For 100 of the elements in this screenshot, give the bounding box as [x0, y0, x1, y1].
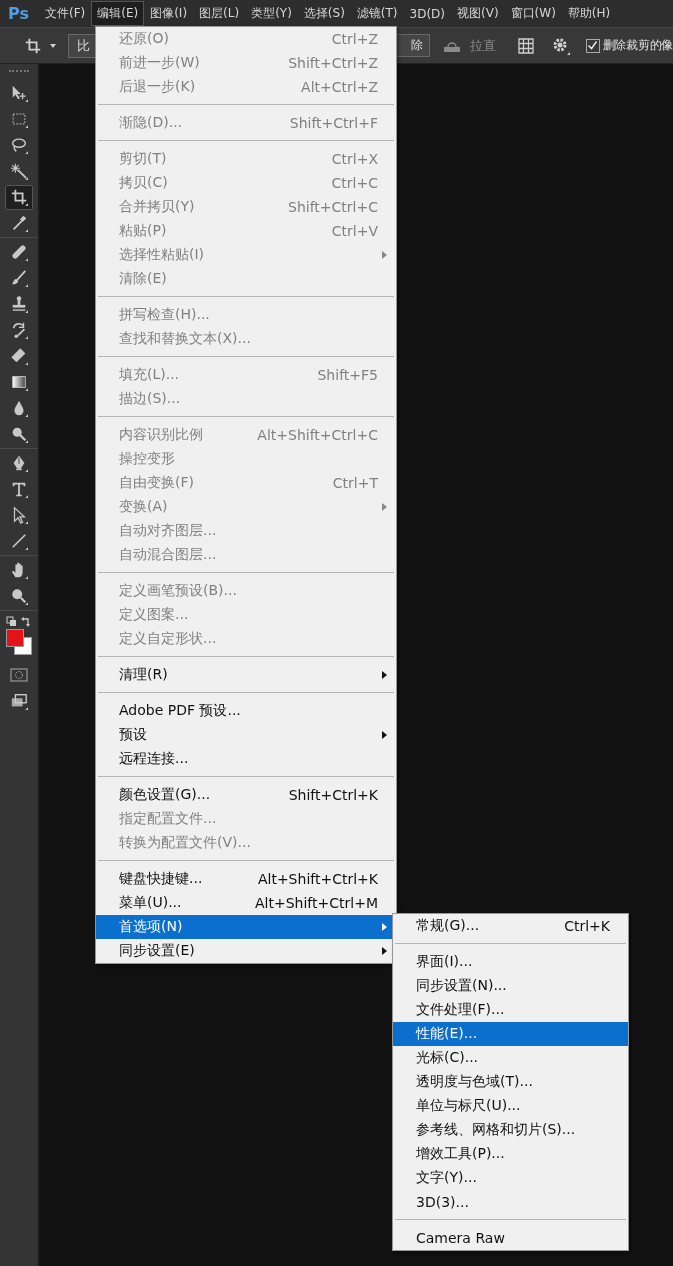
magic-wand-icon	[10, 162, 28, 180]
menu-item-label: 查找和替换文本(X)...	[119, 330, 251, 348]
checkbox-label: 删除裁剪的像	[602, 38, 673, 53]
menu-item[interactable]: 颜色设置(G)... Shift+Ctrl+K	[96, 783, 396, 807]
menu-item-label: Camera Raw	[416, 1230, 505, 1246]
menu-item-label: 同步设置(N)...	[416, 977, 507, 995]
shortcut-label: Shift+Ctrl+F	[289, 115, 378, 131]
menu-item-label: 操控变形	[119, 450, 175, 468]
menu-item-label: 自动对齐图层...	[119, 522, 217, 540]
menu-item-label: 文件处理(F)...	[416, 1001, 505, 1019]
shortcut-label: Ctrl+V	[331, 223, 378, 239]
hand-icon	[10, 561, 28, 579]
menu-item-label: 定义自定形状...	[119, 630, 217, 648]
menu-item-label: 描边(S)...	[119, 390, 181, 408]
menu-item[interactable]: 菜单(U)... Alt+Shift+Ctrl+M	[96, 891, 396, 915]
menu-item-label: 光标(C)...	[416, 1049, 479, 1067]
menu-item[interactable]: 常规(G)... Ctrl+K	[393, 914, 628, 938]
menu-item[interactable]: 视图(V)	[451, 1, 505, 26]
menu-item-label: 拷贝(C)	[119, 174, 168, 192]
menu-item[interactable]: 滤镜(T)	[350, 1, 404, 26]
caret-icon[interactable]	[50, 43, 56, 48]
menu-item[interactable]: 性能(E)...	[393, 1022, 628, 1046]
straighten-label[interactable]: 拉直	[469, 36, 496, 55]
default-colors-icon[interactable]	[6, 616, 16, 626]
menu-item-label: 合并拷贝(Y)	[119, 198, 195, 216]
menu-item[interactable]: 同步设置(E)	[96, 939, 396, 963]
shortcut-label: Alt+Ctrl+Z	[301, 79, 378, 95]
crop-icon	[10, 188, 28, 206]
shortcut-label: Alt+Shift+Ctrl+K	[257, 871, 378, 887]
menu-item-label: 前进一步(W)	[119, 54, 200, 72]
menu-item[interactable]: Adobe PDF 预设...	[96, 699, 396, 723]
menu-item[interactable]: 单位与标尺(U)...	[393, 1094, 628, 1118]
menu-item-label: 键盘快捷键...	[119, 870, 203, 888]
menu-item-label: 增效工具(P)...	[416, 1145, 505, 1163]
menu-item-label: 定义画笔预设(B)...	[119, 582, 237, 600]
menu-item[interactable]: 透明度与色域(T)...	[393, 1070, 628, 1094]
menu-item[interactable]: 文件(F)	[38, 1, 92, 26]
menu-item[interactable]: 增效工具(P)...	[393, 1142, 628, 1166]
menu-item-label: 渐隐(D)...	[119, 114, 183, 132]
color-swatches-icon[interactable]	[5, 628, 33, 656]
menu-item-label: 参考线、网格和切片(S)...	[416, 1121, 576, 1139]
menu-item[interactable]: 3D(D)	[403, 2, 452, 25]
menu-item-label: 界面(I)...	[416, 953, 473, 971]
dodge-icon	[10, 425, 28, 443]
menu-item-label: 变换(A)	[119, 498, 168, 516]
tool-button[interactable]	[5, 184, 33, 210]
menu-item[interactable]: 光标(C)...	[393, 1046, 628, 1070]
shortcut-label: Ctrl+X	[331, 151, 378, 167]
shortcut-label: Shift+Ctrl+K	[288, 787, 378, 803]
brush-icon	[10, 269, 28, 287]
menu-item[interactable]: 帮助(H)	[561, 1, 617, 26]
lasso-icon	[10, 136, 28, 154]
menu-item-label: 性能(E)...	[416, 1025, 478, 1043]
menu-item[interactable]: 文件处理(F)...	[393, 998, 628, 1022]
menu-item[interactable]: 文字(Y)...	[393, 1166, 628, 1190]
type-icon	[10, 480, 28, 498]
shortcut-label: Ctrl+T	[332, 475, 378, 491]
menu-item-label: 自由变换(F)	[119, 474, 194, 492]
menu-item[interactable]: 图层(L)	[193, 1, 246, 26]
shortcut-label: Alt+Shift+Ctrl+M	[255, 895, 378, 911]
menu-item-label: 拼写检查(H)...	[119, 306, 210, 324]
menu-item[interactable]: 3D(3)...	[393, 1190, 628, 1214]
app-logo: Ps	[8, 4, 29, 23]
checkbox[interactable]	[585, 38, 600, 53]
shortcut-label: Shift+Ctrl+C	[288, 199, 378, 215]
menu-item-label: 同步设置(E)	[119, 942, 195, 960]
eyedropper-icon	[10, 214, 28, 232]
menu-item-label: 剪切(T)	[119, 150, 167, 168]
menu-item[interactable]: 远程连接...	[96, 747, 396, 771]
menu-item[interactable]: 图像(I)	[144, 1, 194, 26]
screen-mode-icon	[10, 692, 28, 710]
shortcut-label: Shift+F5	[317, 367, 378, 383]
menu-item[interactable]: 预设	[96, 723, 396, 747]
menu-item-label: 清理(R)	[119, 666, 168, 684]
menu-item[interactable]: Camera Raw	[393, 1226, 628, 1250]
menu-item-label: 常规(G)...	[416, 917, 480, 935]
menu-item-label: 后退一步(K)	[119, 78, 196, 96]
menu-item[interactable]: 键盘快捷键... Alt+Shift+Ctrl+K	[96, 867, 396, 891]
menu-item[interactable]: 选择(S)	[297, 1, 351, 26]
menu-item-label: 内容识别比例	[119, 426, 203, 444]
menu-item[interactable]: 编辑(E)	[91, 1, 145, 26]
menu-item-label: 3D(3)...	[416, 1194, 469, 1210]
menu-item-label: 定义图案...	[119, 606, 189, 624]
line-icon	[10, 532, 28, 550]
settings-icon[interactable]	[551, 36, 570, 55]
swap-icon[interactable]	[21, 617, 30, 627]
crop-icon[interactable]	[24, 36, 42, 55]
menu-item[interactable]: 界面(I)...	[393, 950, 628, 974]
menu-item[interactable]: 参考线、网格和切片(S)...	[393, 1118, 628, 1142]
menu-item[interactable]: 清理(R)	[96, 663, 396, 687]
menu-item-label: 远程连接...	[119, 750, 189, 768]
menu-item[interactable]: 窗口(W)	[504, 1, 562, 26]
menu-item-label: 文字(Y)...	[416, 1169, 477, 1187]
menu-item-label: 预设	[119, 726, 147, 744]
menu-item-label: 自动混合图层...	[119, 546, 217, 564]
move-icon	[10, 84, 28, 102]
menu-item[interactable]: 类型(Y)	[245, 1, 298, 26]
menu-item-label: 选择性粘贴(I)	[119, 246, 205, 264]
menu-item[interactable]: 同步设置(N)...	[393, 974, 628, 998]
grid-icon[interactable]	[517, 37, 534, 54]
